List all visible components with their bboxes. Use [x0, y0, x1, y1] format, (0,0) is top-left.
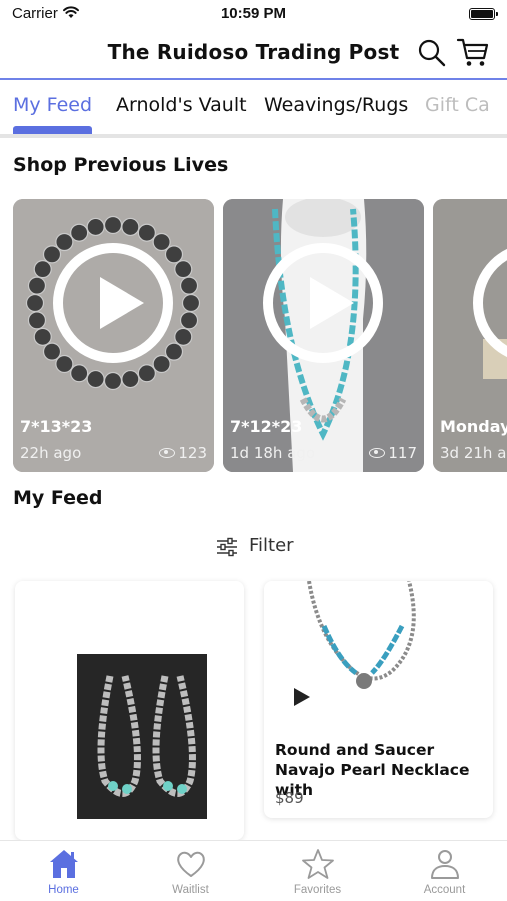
product-card[interactable] [15, 581, 244, 840]
live-card[interactable]: 7*13*23 22h ago 123 [13, 199, 214, 472]
nav-favorites-label: Favorites [293, 884, 342, 896]
clock: 10:59 PM [220, 5, 287, 22]
nav-favorites[interactable]: Favorites [254, 841, 381, 901]
home-icon [50, 850, 78, 878]
tab-gift-cards[interactable]: Gift Ca [425, 94, 490, 116]
bottom-tab-bar: Home Waitlist Favorites Account [0, 840, 507, 900]
product-name: Round and Saucer Navajo Pearl Necklace w… [275, 741, 470, 799]
cart-icon[interactable] [456, 36, 490, 68]
product-price: $89 [275, 789, 304, 807]
nav-account-label: Account [423, 884, 466, 896]
app-header: The Ruidoso Trading Post [0, 28, 507, 80]
tab-weavings-rugs[interactable]: Weavings/Rugs [264, 94, 408, 116]
live-time-ago: 1d 18h ago [230, 444, 316, 462]
live-view-count: 117 [369, 444, 417, 462]
status-bar: Carrier 10:59 PM [0, 0, 507, 28]
live-card[interactable]: Monday 3d 21h a [433, 199, 507, 472]
filter-label: Filter [249, 535, 294, 556]
star-icon [302, 849, 334, 879]
previous-lives-heading: Shop Previous Lives [13, 154, 229, 176]
filter-button[interactable]: Filter [0, 532, 507, 562]
nav-waitlist[interactable]: Waitlist [127, 841, 254, 901]
earrings-image [77, 654, 207, 819]
nav-waitlist-label: Waitlist [172, 884, 209, 896]
eye-icon [369, 448, 386, 458]
product-card[interactable]: Round and Saucer Navajo Pearl Necklace w… [264, 581, 493, 818]
tab-my-feed[interactable]: My Feed [13, 94, 92, 116]
nav-account[interactable]: Account [381, 841, 507, 901]
heart-icon [177, 851, 205, 877]
my-feed-heading: My Feed [13, 487, 103, 509]
nav-home-label: Home [48, 884, 79, 896]
live-card[interactable]: 7*12*23 1d 18h ago 117 [223, 199, 424, 472]
live-date: Monday [440, 417, 507, 436]
search-icon[interactable] [417, 38, 447, 68]
active-tab-indicator [13, 126, 92, 134]
live-view-count: 123 [159, 444, 207, 462]
live-time-ago: 22h ago [20, 444, 82, 462]
live-date: 7*13*23 [20, 417, 93, 436]
live-time-ago: 3d 21h a [440, 444, 507, 462]
filter-sliders-icon [217, 537, 237, 557]
battery-icon [469, 8, 498, 20]
live-date: 7*12*23 [230, 417, 303, 436]
play-icon[interactable] [53, 243, 173, 363]
nav-home[interactable]: Home [0, 841, 127, 901]
category-tabs: My Feed Arnold's Vault Weavings/Rugs Gif… [0, 82, 507, 138]
eye-icon [159, 448, 176, 458]
person-icon [431, 850, 459, 879]
previous-lives-carousel[interactable]: 7*13*23 22h ago 123 7*12*23 1d 18h ago 1… [0, 199, 507, 472]
necklace-image [307, 581, 416, 689]
tab-arnolds-vault[interactable]: Arnold's Vault [116, 94, 247, 116]
play-icon[interactable] [263, 243, 383, 363]
video-play-icon[interactable] [294, 688, 310, 706]
